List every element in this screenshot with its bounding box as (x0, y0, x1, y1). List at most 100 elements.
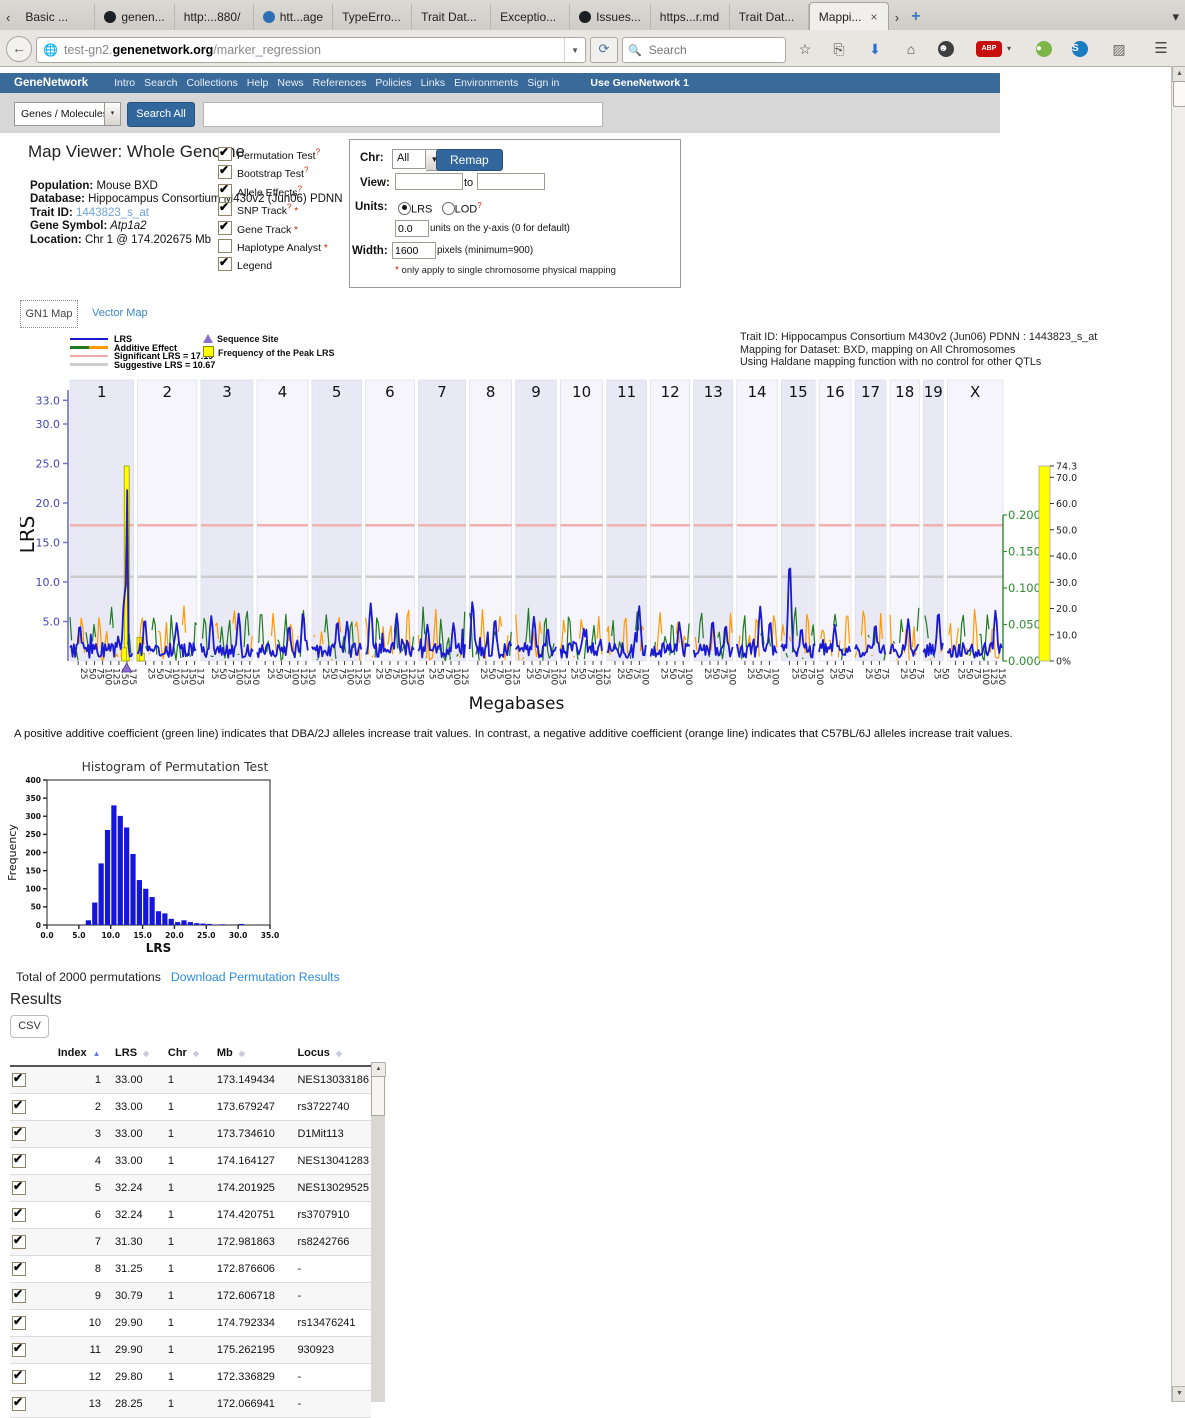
nav-link-news[interactable]: News (277, 77, 303, 89)
row-checkbox[interactable] (12, 1343, 26, 1357)
checkbox-bootstrap-test[interactable] (218, 165, 232, 179)
row-checkbox[interactable] (12, 1181, 26, 1195)
bookmarks-sidebar-icon[interactable]: ⎘ (828, 39, 850, 59)
nav-link-collections[interactable]: Collections (186, 77, 237, 89)
adblock-icon[interactable]: ABP (976, 41, 1002, 57)
browser-search-input[interactable] (647, 42, 771, 58)
s-logo-icon[interactable]: S (1072, 41, 1088, 57)
browser-tab[interactable]: Trait Dat... (412, 4, 491, 30)
checkbox-permutation-test[interactable] (218, 147, 232, 161)
browser-tab[interactable]: genen... (95, 4, 174, 30)
sort-icon[interactable]: ◆ (193, 1049, 199, 1058)
checkbox-legend[interactable] (218, 257, 232, 271)
nav-link-policies[interactable]: Policies (375, 77, 411, 89)
extension-green-icon[interactable]: ● (1036, 41, 1052, 57)
quick-search-input[interactable] (203, 102, 603, 127)
table-scrollbar-thumb[interactable] (371, 1076, 385, 1116)
row-checkbox[interactable] (12, 1262, 26, 1276)
row-checkbox[interactable] (12, 1127, 26, 1141)
browser-tab[interactable]: TypeErro... (333, 4, 412, 30)
units-help[interactable]: ? (477, 201, 481, 210)
row-checkbox[interactable] (12, 1154, 26, 1168)
nav-link-search[interactable]: Search (144, 77, 177, 89)
browser-search-field[interactable]: 🔍 (622, 37, 786, 63)
column-header-lrs[interactable]: LRS◆ (113, 1043, 166, 1066)
trait-field-value[interactable]: 1443823_s_at (73, 207, 149, 219)
feedback-icon[interactable]: ☻ (938, 41, 954, 57)
nav-link-links[interactable]: Links (421, 77, 446, 89)
row-checkbox[interactable] (12, 1235, 26, 1249)
scroll-up-icon[interactable]: ▲ (1172, 66, 1185, 82)
sort-icon[interactable]: ◆ (336, 1049, 342, 1058)
tab-scroll-left[interactable]: ‹ (0, 4, 16, 30)
nav-link-environments[interactable]: Environments (454, 77, 518, 89)
nav-link-intro[interactable]: Intro (114, 77, 135, 89)
url-history-caret[interactable]: ▼ (564, 38, 585, 62)
yaxis-units-input[interactable] (395, 220, 429, 237)
checkbox-gene-track[interactable] (218, 221, 232, 235)
table-scrollbar[interactable]: ▲ (371, 1062, 385, 1402)
tab-gn1-map[interactable]: GN1 Map (20, 300, 78, 328)
column-header-mb[interactable]: Mb◆ (215, 1043, 296, 1066)
scroll-down-icon[interactable]: ▼ (1172, 1386, 1185, 1402)
nav-link-sign-in[interactable]: Sign in (527, 77, 559, 89)
adblock-caret-icon[interactable]: ▾ (1004, 39, 1014, 59)
row-checkbox[interactable] (12, 1316, 26, 1330)
column-header-locus[interactable]: Locus◆ (295, 1043, 371, 1066)
browser-tab[interactable]: Trait Dat... (730, 4, 809, 30)
gn-brand[interactable]: GeneNetwork (14, 77, 88, 89)
sort-icon[interactable]: ◆ (143, 1049, 149, 1058)
browser-tab[interactable]: htt...age (254, 4, 333, 30)
browser-tab[interactable]: Basic ... (16, 4, 95, 30)
url-bar[interactable]: 🌐 test-gn2.genenetwork.org/marker_regres… (36, 37, 586, 63)
lrs-radio[interactable] (398, 202, 411, 215)
search-category-caret-icon[interactable]: ▾ (104, 102, 121, 126)
checkbox-snp-track[interactable] (218, 202, 232, 216)
bookmark-star-icon[interactable]: ☆ (794, 39, 816, 59)
help-icon[interactable]: ? (298, 184, 302, 193)
site-identity-icon[interactable]: 🌐 (43, 43, 58, 57)
edit-page-icon[interactable]: ▨ (1108, 39, 1130, 59)
view-from-input[interactable] (395, 173, 463, 190)
view-to-input[interactable] (477, 173, 545, 190)
tab-scroll-right[interactable]: › (889, 4, 905, 30)
home-icon[interactable]: ⌂ (900, 39, 922, 59)
browser-tab[interactable]: http:...880/ (175, 4, 254, 30)
help-icon[interactable]: ? (304, 166, 308, 175)
download-permutation-link[interactable]: Download Permutation Results (171, 970, 340, 984)
back-button[interactable]: ← (6, 36, 32, 62)
nav-link-references[interactable]: References (313, 77, 367, 89)
row-checkbox[interactable] (12, 1208, 26, 1222)
browser-tab[interactable]: Issues... (570, 4, 651, 30)
sort-icon[interactable]: ◆ (239, 1049, 245, 1058)
lod-radio[interactable] (442, 202, 455, 215)
nav-link-help[interactable]: Help (247, 77, 269, 89)
downloads-icon[interactable]: ⬇ (864, 39, 886, 59)
row-checkbox[interactable] (12, 1289, 26, 1303)
page-scrollbar[interactable]: ▲ ▼ (1171, 66, 1185, 1402)
tab-vector-map[interactable]: Vector Map (92, 307, 148, 319)
search-category-select[interactable]: Genes / Molecules (14, 102, 112, 126)
row-checkbox[interactable] (12, 1370, 26, 1384)
browser-tab[interactable]: Mappi...× (809, 2, 889, 30)
search-all-button[interactable]: Search All (127, 102, 195, 127)
browser-tab[interactable]: Exceptio... (491, 4, 570, 30)
row-checkbox[interactable] (12, 1100, 26, 1114)
column-header-index[interactable]: Index▲ (56, 1043, 113, 1066)
checkbox-allele-effects[interactable] (218, 184, 232, 198)
row-checkbox[interactable] (12, 1073, 26, 1087)
csv-button[interactable]: CSV (10, 1015, 49, 1038)
browser-tab[interactable]: https...r.md (651, 4, 730, 30)
new-tab-button[interactable]: + (905, 4, 926, 30)
remap-button[interactable]: Remap (436, 149, 503, 171)
help-icon[interactable]: ? (316, 148, 320, 157)
table-scroll-up-icon[interactable]: ▲ (371, 1062, 386, 1077)
tab-dropdown-button[interactable]: ▾ (1166, 4, 1185, 30)
row-checkbox[interactable] (12, 1397, 26, 1411)
reload-button[interactable]: ⟳ (590, 37, 618, 63)
scrollbar-thumb[interactable] (1173, 81, 1185, 107)
tab-close-icon[interactable]: × (870, 10, 877, 24)
sort-icon[interactable]: ▲ (93, 1049, 101, 1058)
use-genenetwork1-link[interactable]: Use GeneNetwork 1 (590, 77, 689, 89)
menu-icon[interactable]: ☰ (1150, 39, 1172, 59)
